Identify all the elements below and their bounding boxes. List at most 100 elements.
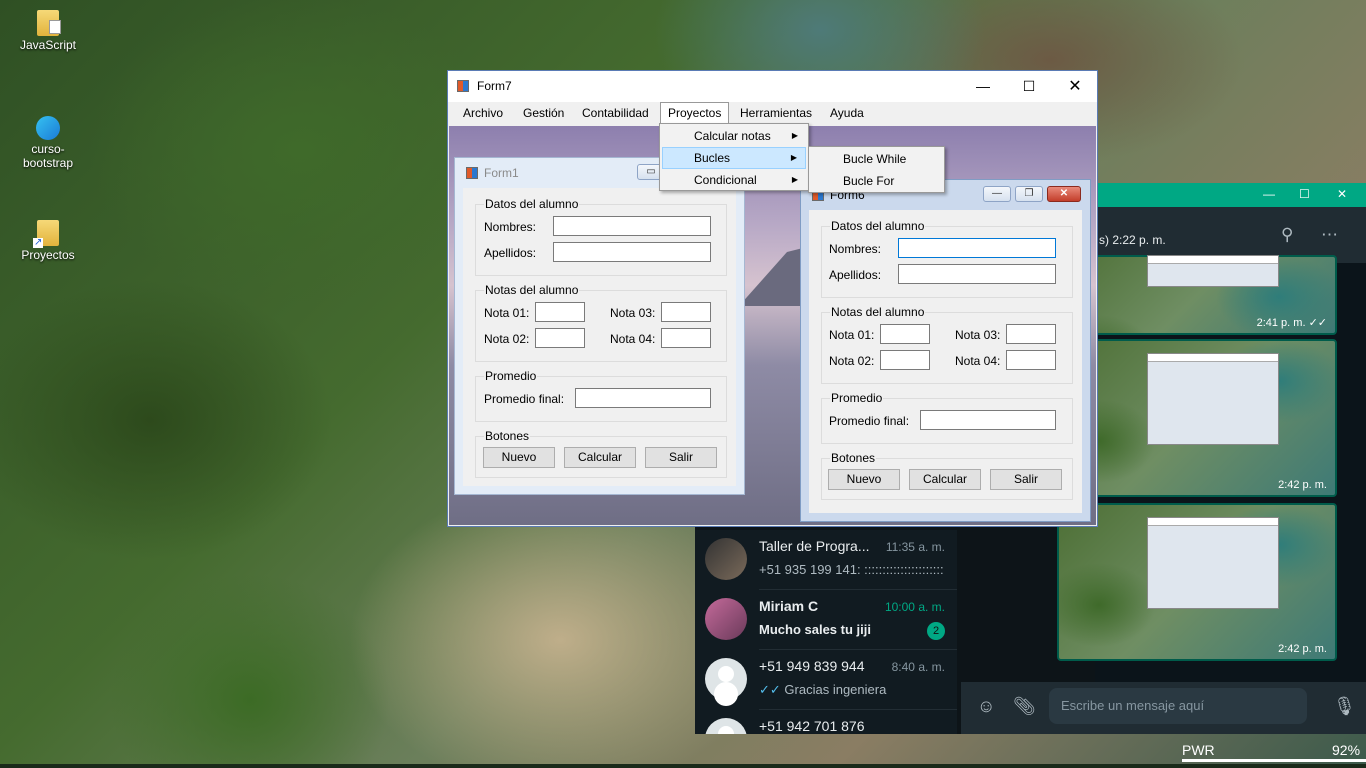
search-icon[interactable]: ⚲ (1281, 225, 1293, 245)
chat-name: Taller de Progra... (759, 538, 870, 554)
menu-ayuda[interactable]: Ayuda (823, 102, 871, 124)
submenu-arrow-icon: ▶ (791, 131, 798, 140)
close-icon[interactable]: ✕ (1337, 187, 1347, 201)
more-options-icon[interactable]: ⋯ (1321, 225, 1338, 245)
datos-group: Datos del alumno (475, 197, 727, 276)
menu-item-calcular-notas[interactable]: Calcular notas ▶ (662, 125, 806, 147)
chat-list-item[interactable]: +51 949 839 944 8:40 a. m. ✓✓ Gracias in… (695, 650, 957, 710)
chat-preview: +51 935 199 141: :::::::::::::::::::::: (759, 562, 944, 577)
message-time: 2:42 p. m. (1278, 643, 1327, 655)
chat-list: Taller de Progra... 11:35 a. m. +51 935 … (695, 530, 957, 734)
nombres-label: Nombres: (829, 242, 882, 256)
apellidos-label: Apellidos: (829, 268, 882, 282)
form6-window: Form6 — ❐ ✕ Datos del alumno Nombres: Ap… (800, 179, 1091, 522)
chat-time: 10:00 a. m. (884, 600, 945, 614)
avatar (705, 598, 747, 640)
close-icon[interactable]: ✕ (1047, 186, 1081, 202)
promedio-input[interactable] (920, 410, 1056, 430)
window-title: Form1 (484, 166, 519, 180)
calcular-button[interactable]: Calcular (909, 469, 981, 490)
microphone-icon[interactable]: 🎙︎ (1333, 696, 1356, 717)
app-icon (457, 80, 469, 92)
nuevo-button[interactable]: Nuevo (828, 469, 900, 490)
promedio-label: Promedio final: (484, 392, 565, 406)
datos-group: Datos del alumno (821, 219, 1073, 298)
promedio-label: Promedio final: (829, 414, 910, 428)
nombres-input[interactable] (553, 216, 711, 236)
message-input[interactable]: Escribe un mensaje aquí (1049, 688, 1307, 724)
double-check-icon: ✓✓ (759, 682, 781, 697)
image-message[interactable]: 2:41 p. m. ✓✓ (1057, 255, 1337, 335)
submenu-arrow-icon: ▶ (790, 153, 797, 162)
minimize-icon[interactable]: — (1263, 187, 1275, 201)
menu-bar: Archivo Gestión Contabilidad Proyectos H… (448, 102, 1097, 124)
avatar (705, 538, 747, 580)
nombres-label: Nombres: (484, 220, 537, 234)
emoji-icon[interactable]: ☺ (977, 696, 995, 717)
menu-item-condicional[interactable]: Condicional ▶ (662, 169, 806, 191)
desktop-icon-curso-bootstrap[interactable]: curso-bootstrap (8, 116, 88, 170)
maximize-icon[interactable]: ☐ (1006, 71, 1052, 102)
nota02-input[interactable] (535, 328, 585, 348)
submenu-arrow-icon: ▶ (791, 175, 798, 184)
nota04-input[interactable] (1006, 350, 1056, 370)
nota04-input[interactable] (661, 328, 711, 348)
apellidos-input[interactable] (553, 242, 711, 262)
menu-herramientas[interactable]: Herramientas (733, 102, 819, 124)
close-icon[interactable]: ✕ (1052, 71, 1098, 102)
attach-icon[interactable]: 📎︎ (1013, 696, 1036, 717)
chat-name: +51 942 701 876 (759, 718, 865, 734)
battery-percent: 92% (1332, 742, 1361, 758)
chat-list-item[interactable]: +51 942 701 876 (695, 710, 957, 734)
nota03-label: Nota 03: (955, 328, 1001, 342)
salir-button[interactable]: Salir (645, 447, 717, 468)
apellidos-label: Apellidos: (484, 246, 537, 260)
nota02-input[interactable] (880, 350, 930, 370)
apellidos-input[interactable] (898, 264, 1056, 284)
form1-window: Form1 ▭ Datos del alumno Nombres: Apelli… (454, 157, 745, 495)
menu-item-bucles[interactable]: Bucles ▶ (662, 147, 806, 169)
message-time: 2:42 p. m. (1278, 479, 1327, 491)
salir-button[interactable]: Salir (990, 469, 1062, 490)
chat-list-item[interactable]: Miriam C 10:00 a. m. Mucho sales tu jiji… (695, 590, 957, 650)
message-time: 2:41 p. m. ✓✓ (1256, 317, 1327, 329)
notas-group: Notas del alumno (475, 283, 727, 362)
menu-item-bucle-for[interactable]: Bucle For (811, 170, 942, 192)
edge-icon (36, 116, 60, 140)
menu-contabilidad[interactable]: Contabilidad (575, 102, 656, 124)
nombres-input[interactable] (898, 238, 1056, 258)
minimize-icon[interactable]: — (983, 186, 1011, 202)
maximize-icon[interactable]: ☐ (1299, 187, 1310, 201)
menu-item-bucle-while[interactable]: Bucle While (811, 148, 942, 170)
unread-badge: 2 (927, 622, 945, 640)
promedio-input[interactable] (575, 388, 711, 408)
default-avatar-icon (705, 658, 747, 700)
image-message[interactable]: 2:42 p. m. (1057, 503, 1337, 661)
menu-gestion[interactable]: Gestión (516, 102, 571, 124)
desktop-icon-javascript[interactable]: JavaScript (8, 10, 88, 52)
window-title: Form7 (477, 79, 512, 93)
nota03-input[interactable] (661, 302, 711, 322)
minimize-icon[interactable]: — (960, 71, 1006, 102)
nota04-label: Nota 04: (610, 332, 656, 346)
image-message[interactable]: 2:42 p. m. (1057, 339, 1337, 497)
folder-icon (37, 10, 61, 36)
last-seen-text: s) 2:22 p. m. (1099, 233, 1166, 247)
nota04-label: Nota 04: (955, 354, 1001, 368)
app-icon (466, 167, 478, 179)
desktop-icon-proyectos[interactable]: Proyectos (8, 220, 88, 262)
menu-proyectos[interactable]: Proyectos (660, 102, 730, 124)
restore-icon[interactable]: ❐ (1015, 186, 1043, 202)
nota01-input[interactable] (880, 324, 930, 344)
chat-name: Miriam C (759, 598, 819, 614)
chat-list-item[interactable]: Taller de Progra... 11:35 a. m. +51 935 … (695, 530, 957, 590)
chat-time: 8:40 a. m. (891, 660, 945, 674)
nota02-label: Nota 02: (829, 354, 875, 368)
nota01-input[interactable] (535, 302, 585, 322)
nota03-input[interactable] (1006, 324, 1056, 344)
nuevo-button[interactable]: Nuevo (483, 447, 555, 468)
power-label: PWR (1182, 742, 1215, 758)
menu-archivo[interactable]: Archivo (456, 102, 510, 124)
calcular-button[interactable]: Calcular (564, 447, 636, 468)
nota02-label: Nota 02: (484, 332, 530, 346)
